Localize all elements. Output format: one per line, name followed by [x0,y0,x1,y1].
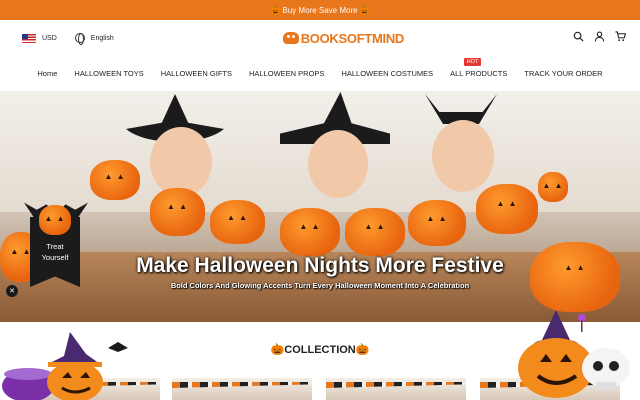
nav-item-home[interactable]: Home [29,69,66,78]
child-face-right [432,120,494,192]
treat-yourself-badge[interactable]: Treat Yourself [20,197,92,293]
child-face-left [150,127,212,197]
main-nav: Home HALLOWEEN TOYS HALLOWEEN GIFTS HALL… [0,56,640,92]
badge-line-1: Treat [46,242,64,251]
globe-icon[interactable] [74,33,85,45]
hot-badge: HOT [463,58,482,66]
nav-item-all-products[interactable]: ALL PRODUCTS HOT [442,58,516,78]
hero-title: Make Halloween Nights More Festive [136,254,504,277]
paper-pumpkin [345,208,405,256]
close-icon[interactable]: ✕ [6,285,18,297]
paper-pumpkin [408,200,466,246]
paper-pumpkin [476,184,538,234]
nav-item-track-order[interactable]: TRACK YOUR ORDER [516,69,611,78]
site-header: USD English BOOKSOFTMIND [0,20,640,56]
user-icon[interactable] [594,31,605,45]
witch-cauldron-decoration [2,332,128,400]
paper-pumpkin [90,160,140,200]
collection-card[interactable] [172,378,312,400]
badge-pumpkin-icon [39,205,71,235]
announcement-text: Buy More Save More [282,5,358,15]
pumpkin-icon: 🎃 [359,5,370,15]
locale-tools: USD English [22,33,114,45]
language-selector[interactable]: English [91,35,114,42]
nav-item-halloween-toys[interactable]: HALLOWEEN TOYS [66,69,152,78]
site-logo[interactable]: BOOKSOFTMIND [282,30,405,46]
nav-item-halloween-costumes[interactable]: HALLOWEEN COSTUMES [333,69,442,78]
nav-item-halloween-props[interactable]: HALLOWEEN PROPS [241,69,333,78]
paper-pumpkin [280,208,340,256]
nav-item-all-products-label: ALL PRODUCTS [450,69,508,78]
collection-title: COLLECTION [284,344,356,356]
paper-pumpkin [150,188,205,236]
hero-banner[interactable]: Treat Yourself Make Halloween Nights Mor… [0,92,640,322]
announcement-bar[interactable]: 🎃 Buy More Save More 🎃 [0,0,640,20]
us-flag-icon[interactable] [22,33,36,43]
search-icon[interactable] [573,31,584,45]
header-actions [573,31,627,45]
currency-selector[interactable]: USD [42,35,57,42]
nav-item-halloween-gifts[interactable]: HALLOWEEN GIFTS [152,69,240,78]
logo-text: BOOKSOFTMIND [300,30,405,46]
hero-subtitle: Bold Colors And Glowing Accents Turn Eve… [170,281,470,290]
paper-pumpkin [538,172,568,202]
pumpkin-icon: 🎃 [270,344,285,356]
pumpkin-icon: 🎃 [270,5,281,15]
pumpkin-skull-decoration [518,310,630,398]
paper-pumpkin [210,200,265,244]
logo-mark-icon [282,32,299,44]
child-face-middle [308,130,368,198]
cart-icon[interactable] [615,31,627,45]
collection-card[interactable] [326,378,466,400]
pumpkin-icon: 🎃 [355,344,370,356]
